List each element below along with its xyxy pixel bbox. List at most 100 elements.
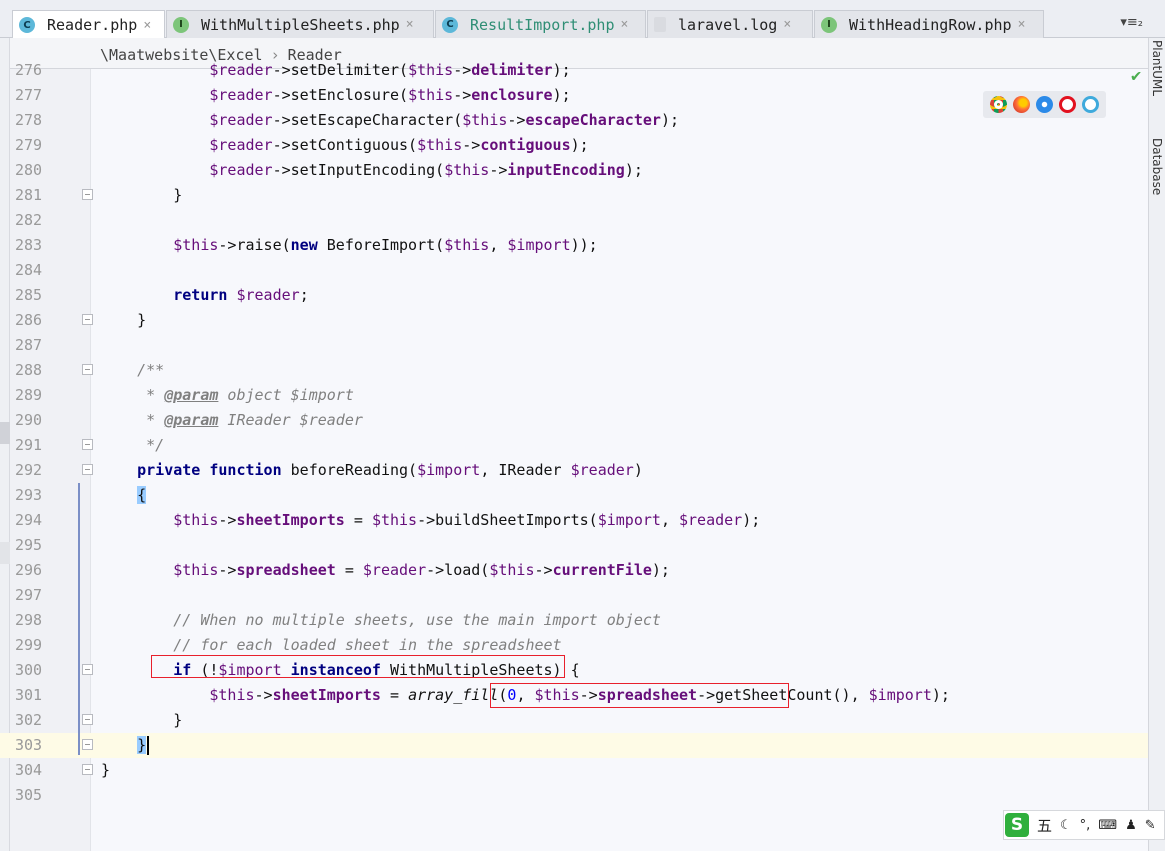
code-line[interactable]: 291 */ bbox=[0, 433, 1148, 458]
code-token: ->raise( bbox=[218, 236, 291, 254]
chrome-icon[interactable] bbox=[990, 96, 1007, 113]
fold-marker[interactable] bbox=[82, 439, 93, 450]
fold-marker[interactable] bbox=[82, 664, 93, 675]
code-text: * @param object $import bbox=[101, 383, 354, 408]
code-token: -> bbox=[507, 111, 526, 129]
code-line[interactable]: 302 } bbox=[0, 708, 1148, 733]
line-number: 276 bbox=[15, 61, 43, 79]
code-line[interactable]: 278 $reader->setEscapeCharacter($this->e… bbox=[0, 108, 1148, 133]
line-number: 284 bbox=[15, 261, 43, 279]
tab-resultimport-php[interactable]: C ResultImport.php × bbox=[435, 10, 646, 38]
code-token: $this bbox=[462, 111, 508, 129]
safari-icon[interactable] bbox=[1036, 96, 1053, 113]
code-line[interactable]: 297 bbox=[0, 583, 1148, 608]
code-token: $reader bbox=[101, 161, 273, 179]
line-number: 293 bbox=[15, 486, 43, 504]
sogou-logo-icon[interactable]: S bbox=[1005, 813, 1029, 837]
code-text: $this->spreadsheet = $reader->load($this… bbox=[101, 558, 670, 583]
php-class-icon: C bbox=[19, 17, 35, 33]
tab-withmultiplesheets-php[interactable]: I WithMultipleSheets.php × bbox=[166, 10, 434, 38]
code-token: } bbox=[101, 711, 183, 729]
code-line[interactable]: 287 bbox=[0, 333, 1148, 358]
code-line[interactable]: 286 } bbox=[0, 308, 1148, 333]
firefox-icon[interactable] bbox=[1013, 96, 1030, 113]
fold-marker[interactable] bbox=[82, 714, 93, 725]
code-line[interactable]: 292 private function beforeReading($impo… bbox=[0, 458, 1148, 483]
code-line[interactable]: 277 $reader->setEnclosure($this->enclosu… bbox=[0, 83, 1148, 108]
code-line[interactable]: 283 $this->raise(new BeforeImport($this,… bbox=[0, 233, 1148, 258]
punctuation-icon[interactable]: °, bbox=[1080, 818, 1091, 833]
opera-icon[interactable] bbox=[1059, 96, 1076, 113]
code-token: sheetImports bbox=[236, 511, 345, 529]
code-token: ); bbox=[660, 111, 679, 129]
code-token: ); bbox=[624, 161, 643, 179]
tool-window-plantuml[interactable]: PlantUML bbox=[1150, 40, 1164, 96]
code-line[interactable]: 295 bbox=[0, 533, 1148, 558]
code-text: } bbox=[101, 183, 182, 208]
line-number: 281 bbox=[15, 186, 43, 204]
code-token: = bbox=[380, 686, 409, 704]
code-line[interactable]: 282 bbox=[0, 208, 1148, 233]
moon-icon[interactable]: ☾ bbox=[1060, 818, 1072, 833]
ie-icon[interactable] bbox=[1082, 96, 1099, 113]
fold-marker[interactable] bbox=[82, 739, 93, 750]
tab-label: ResultImport.php bbox=[470, 15, 615, 34]
code-line[interactable]: 298 // When no multiple sheets, use the … bbox=[0, 608, 1148, 633]
code-line[interactable]: 294 $this->sheetImports = $this->buildSh… bbox=[0, 508, 1148, 533]
code-line[interactable]: 289 * @param object $import bbox=[0, 383, 1148, 408]
code-token: , bbox=[489, 236, 508, 254]
fold-marker[interactable] bbox=[82, 314, 93, 325]
code-line[interactable]: 304} bbox=[0, 758, 1148, 783]
code-line[interactable]: 285 return $reader; bbox=[0, 283, 1148, 308]
code-text: $reader->setDelimiter($this->delimiter); bbox=[101, 58, 570, 83]
keyboard-icon[interactable]: ⌨ bbox=[1098, 818, 1117, 833]
code-token: delimiter bbox=[471, 61, 553, 79]
close-icon[interactable]: × bbox=[1018, 17, 1026, 32]
fold-marker[interactable] bbox=[82, 189, 93, 200]
code-token: // for each loaded sheet in the spreadsh… bbox=[101, 636, 562, 654]
code-token: $this bbox=[101, 561, 219, 579]
code-line[interactable]: 296 $this->spreadsheet = $reader->load($… bbox=[0, 558, 1148, 583]
fold-marker[interactable] bbox=[82, 764, 93, 775]
code-line[interactable]: 281 } bbox=[0, 183, 1148, 208]
code-line[interactable]: 284 bbox=[0, 258, 1148, 283]
code-line[interactable]: 305 bbox=[0, 783, 1148, 808]
highlight-box-if-condition bbox=[151, 655, 565, 678]
wrench-icon[interactable]: ✎ bbox=[1145, 818, 1156, 833]
tab-withheadingrow-php[interactable]: I WithHeadingRow.php × bbox=[814, 10, 1044, 38]
code-token: -> bbox=[462, 136, 481, 154]
code-line[interactable]: 288 /** bbox=[0, 358, 1148, 383]
close-icon[interactable]: × bbox=[143, 18, 151, 33]
code-token: /** bbox=[101, 361, 165, 379]
close-icon[interactable]: × bbox=[621, 17, 629, 32]
vcs-change-marker[interactable] bbox=[78, 483, 80, 755]
code-line[interactable]: 279 $reader->setContiguous($this->contig… bbox=[0, 133, 1148, 158]
code-line[interactable]: 276 $reader->setDelimiter($this->delimit… bbox=[0, 58, 1148, 83]
code-token: ); bbox=[742, 511, 761, 529]
fold-marker[interactable] bbox=[82, 464, 93, 475]
code-editor[interactable]: 276 $reader->setDelimiter($this->delimit… bbox=[0, 0, 1148, 851]
inspection-ok-icon[interactable]: ✔ bbox=[1131, 66, 1141, 86]
code-line[interactable]: 293 { bbox=[0, 483, 1148, 508]
code-token: private function bbox=[101, 461, 282, 479]
close-icon[interactable]: × bbox=[783, 17, 791, 32]
code-line[interactable]: 290 * @param IReader $reader bbox=[0, 408, 1148, 433]
code-token: $this bbox=[444, 236, 490, 254]
editor-tab-bar: C Reader.php × I WithMultipleSheets.php … bbox=[0, 0, 1165, 39]
code-line[interactable]: 280 $reader->setInputEncoding($this->inp… bbox=[0, 158, 1148, 183]
code-text: $reader->setInputEncoding($this->inputEn… bbox=[101, 158, 643, 183]
code-line[interactable]: 303 } bbox=[0, 733, 1148, 758]
code-token: $this bbox=[101, 686, 255, 704]
tab-laravel-log[interactable]: laravel.log × bbox=[647, 10, 813, 38]
user-icon[interactable]: ♟ bbox=[1125, 818, 1137, 833]
code-text: } bbox=[101, 308, 146, 333]
tool-window-database[interactable]: Database bbox=[1150, 138, 1164, 195]
fold-marker[interactable] bbox=[82, 364, 93, 375]
tab-reader-php[interactable]: C Reader.php × bbox=[12, 10, 165, 39]
code-token: new bbox=[290, 236, 318, 254]
ime-mode-toggle[interactable]: 五 bbox=[1037, 815, 1052, 836]
tab-overflow-menu-icon[interactable]: ▾≡₂ bbox=[1120, 15, 1143, 30]
code-token: ); bbox=[651, 561, 670, 579]
close-icon[interactable]: × bbox=[406, 17, 414, 32]
